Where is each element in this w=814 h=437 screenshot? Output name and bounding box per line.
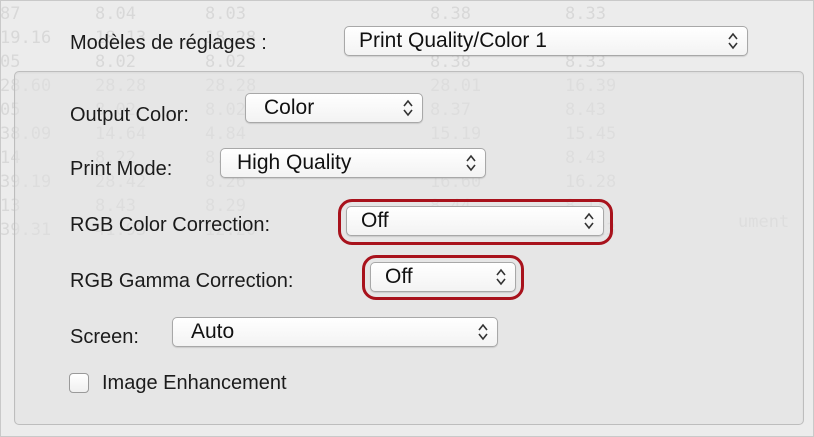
print-mode-label: Print Mode:: [70, 158, 173, 180]
print-mode-popup[interactable]: High Quality: [220, 148, 486, 178]
image-enhancement-label: Image Enhancement: [102, 372, 287, 394]
rgb-gamma-correction-label: RGB Gamma Correction:: [70, 270, 294, 292]
rgb-color-correction-value: Off: [361, 209, 389, 232]
popup-arrows-icon: [466, 154, 476, 172]
popup-arrows-icon: [496, 268, 506, 286]
screen-label: Screen:: [70, 326, 139, 348]
output-color-value: Color: [264, 96, 315, 119]
rgb-color-correction-popup[interactable]: Off: [346, 206, 604, 236]
image-enhancement-checkbox[interactable]: [69, 373, 89, 393]
popup-arrows-icon: [584, 212, 594, 230]
popup-arrows-icon: [478, 323, 488, 341]
screen-popup[interactable]: Auto: [172, 317, 498, 347]
presets-value: Print Quality/Color 1: [359, 29, 547, 52]
rgb-gamma-correction-value: Off: [385, 265, 413, 288]
popup-arrows-icon: [728, 32, 738, 50]
print-mode-value: High Quality: [237, 151, 352, 174]
rgb-gamma-correction-popup[interactable]: Off: [370, 262, 516, 292]
output-color-popup[interactable]: Color: [245, 93, 423, 123]
presets-popup[interactable]: Print Quality/Color 1: [344, 26, 748, 56]
popup-arrows-icon: [403, 99, 413, 117]
screen-value: Auto: [191, 320, 235, 343]
rgb-color-correction-label: RGB Color Correction:: [70, 214, 271, 236]
output-color-label: Output Color:: [70, 104, 189, 126]
presets-label: Modèles de réglages :: [70, 32, 267, 54]
